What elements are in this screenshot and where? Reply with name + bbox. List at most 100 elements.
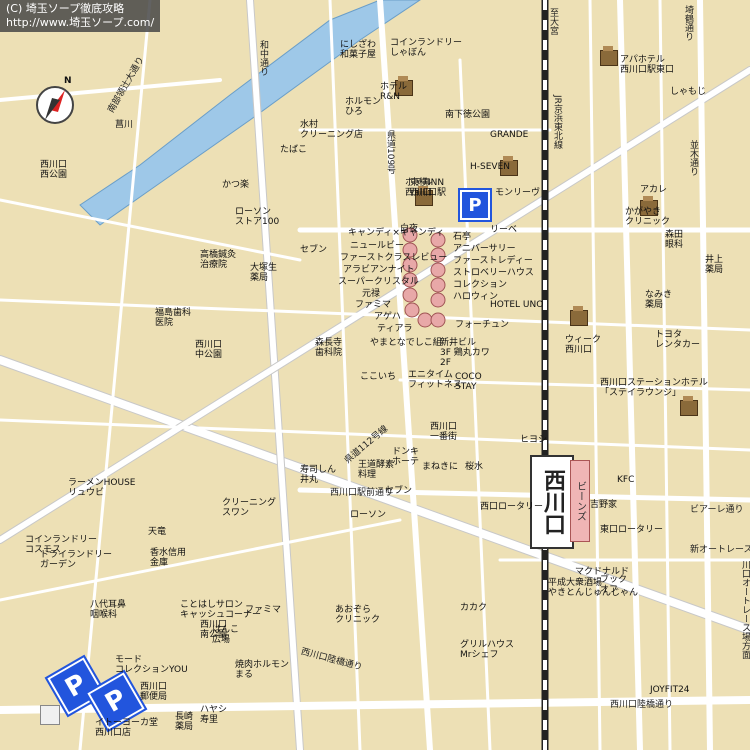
place-label[interactable]: ドライランドリー ガーデン (40, 550, 112, 570)
place-label[interactable]: 香水信用 金庫 (150, 548, 186, 568)
place-label[interactable]: KFC (617, 475, 634, 485)
road-label-auto: 川口オートレース場方面 (740, 560, 750, 659)
place-label[interactable]: 西川口 郵便局 (140, 682, 167, 702)
place-label[interactable]: アカレ (640, 185, 667, 195)
map[interactable]: (C) 埼玉ソープ徹底攻略 http://www.埼玉ソープ.com/ N 西川… (0, 0, 750, 750)
shop-label[interactable]: COCO STAY (455, 372, 482, 392)
parking-icon[interactable]: P (458, 188, 492, 222)
place-label[interactable]: ブック オフ (600, 575, 627, 595)
place-label[interactable]: 水村 クリーニング店 (300, 120, 363, 140)
road-label-hinagaya: 埼鶴通り (683, 5, 693, 41)
place-label[interactable]: ハヤシ 寿里 (200, 705, 227, 725)
shop-label[interactable]: ストロベリーハウス (453, 268, 534, 278)
place-label[interactable]: モンリーヴ (495, 188, 540, 198)
place-label[interactable]: ことはしサロン キャッシュコーナー (180, 600, 261, 620)
place-label[interactable]: はんこ 広場 (212, 625, 239, 645)
shop-label[interactable]: キャンディ×キャンディ (348, 228, 444, 238)
place-label[interactable]: 大塚生 薬局 (250, 263, 277, 283)
place-label[interactable]: 長崎 薬局 (175, 712, 193, 732)
place-label[interactable]: ホテル R&N (380, 82, 407, 102)
place-label[interactable]: GRANDE (490, 130, 528, 140)
place-label[interactable]: ローソン ストア100 (235, 207, 279, 227)
place-label[interactable]: ラーメンHOUSE リュウビ (68, 478, 135, 498)
place-label[interactable]: 寿司しん 井丸 (300, 465, 336, 485)
place-label[interactable]: 吉野家 (590, 500, 617, 510)
place-label[interactable]: 西口ロータリー (480, 502, 543, 512)
place-label[interactable]: しゃもじ (670, 87, 706, 97)
road-label-ekimae: 西川口駅前通り (330, 488, 394, 498)
place-label[interactable]: H-SEVEN (470, 162, 510, 172)
place-label[interactable]: ウィーク 西川口 (565, 335, 601, 355)
road-label-wanocho: 和中通り (258, 40, 268, 76)
place-label[interactable]: セブン (300, 245, 327, 255)
shop-label[interactable]: 元禄 (362, 289, 380, 299)
place-label[interactable]: グリルハウス Mrシェフ (460, 640, 514, 660)
shop-label[interactable]: スーパークリスタル (338, 277, 419, 287)
place-label[interactable]: 東口ロータリー (600, 525, 663, 535)
beans-mall[interactable]: ビーンズ (570, 460, 590, 542)
place-label[interactable]: 西川口ステーションホテル 「ステイラウンジ」 (600, 378, 708, 398)
place-label[interactable]: 東横INN 西川口駅 (410, 178, 446, 198)
road-label-shin: 新オートレース場入口 (690, 545, 750, 555)
place-label[interactable]: イトーヨーカ堂 西川口店 (95, 718, 158, 738)
place-label[interactable]: ホルモン ひろ (345, 97, 381, 117)
place-label[interactable]: 福島歯科 医院 (155, 308, 191, 328)
place-label[interactable]: JOYFIT24 (650, 685, 690, 695)
place-label[interactable]: コインランドリー しゃぼん (390, 38, 462, 58)
place-label[interactable]: クリーニング スワン (222, 498, 276, 518)
shop-label[interactable]: コレクション (453, 280, 507, 290)
place-label[interactable]: かつ楽 (222, 180, 249, 190)
place-label[interactable]: 井上 薬局 (705, 255, 723, 275)
shop-label[interactable]: 西川口 一番街 (430, 422, 457, 442)
shop-label[interactable]: ファーストレディー (453, 256, 533, 266)
shop-label[interactable]: やまとなでしこ組 (370, 338, 442, 348)
place-label[interactable]: セブン (385, 486, 412, 496)
place-label[interactable]: まねきに (422, 462, 458, 472)
shop-label[interactable]: ファーストクラスレビュー (340, 253, 447, 263)
shop-label[interactable]: 石亭 (453, 232, 471, 242)
place-label[interactable]: にしざわ 和菓子屋 (340, 40, 376, 60)
place-label[interactable]: 森長寺 歯科院 (315, 338, 342, 358)
shop-label[interactable]: ここいち (360, 372, 396, 382)
place-label[interactable]: 西川口 中公園 (195, 340, 222, 360)
shop-label[interactable]: ティアラ (377, 324, 412, 334)
place-label[interactable]: カカク (460, 603, 487, 613)
compass-north-label: N (64, 76, 72, 86)
place-label[interactable]: ヒヨシ (520, 435, 547, 445)
place-label[interactable]: 王道酵素 料理 (358, 460, 394, 480)
shop-label[interactable]: リーベ (490, 225, 517, 235)
place-label[interactable]: トヨタ レンタカー (655, 330, 700, 350)
building-icon (680, 396, 698, 416)
beans-label: ビーンズ (574, 481, 586, 521)
place-label[interactable]: 南下徳公園 (445, 110, 490, 120)
place-label[interactable]: 森田 眼科 (665, 230, 683, 250)
place-label[interactable]: かがやき クリニック (625, 207, 670, 227)
shop-label[interactable]: エニタイム フィットネス (408, 370, 462, 390)
place-label[interactable]: 八代耳鼻 咽喉科 (90, 600, 126, 620)
place-label[interactable]: 桜水 (465, 462, 483, 472)
road-label-namiki: 並木通り (688, 140, 698, 176)
shop-label[interactable]: アニバーサリー (453, 244, 516, 254)
place-label[interactable]: なみき 薬局 (645, 290, 672, 310)
place-label[interactable]: モード コレクションYOU (115, 655, 188, 675)
shop-label[interactable]: アラビアンナイト (343, 265, 415, 275)
shop-label[interactable]: フォーチュン (455, 320, 509, 330)
watermark: (C) 埼玉ソープ徹底攻略 http://www.埼玉ソープ.com/ (0, 0, 161, 32)
shop-label[interactable]: ニュールビー (350, 241, 404, 251)
shop-label[interactable]: アゲハ (374, 312, 401, 322)
place-label[interactable]: ファミマ (355, 300, 391, 310)
shop-label[interactable]: ハロウィン (453, 292, 498, 302)
place-label[interactable]: アパホテル 西川口駅東口 (620, 55, 674, 75)
place-label[interactable]: 西川口 西公園 (40, 160, 67, 180)
shop-label[interactable]: 白夜 (400, 224, 418, 234)
place-label[interactable]: 焼肉ホルモン まる (235, 660, 289, 680)
place-label[interactable]: 高橋鍼灸 治療院 (200, 250, 236, 270)
shop-label[interactable]: 新井ビル 3F 鶏丸カワ 2F (440, 338, 490, 368)
place-label[interactable]: ローソン (350, 510, 386, 520)
cube-icon (40, 705, 60, 725)
place-label[interactable]: 天竜 (148, 527, 166, 537)
road-label-north: 至大宮 (548, 8, 558, 35)
place-label[interactable]: たばこ (280, 145, 307, 155)
place-label[interactable]: あおぞら クリニック (335, 605, 380, 625)
place-label[interactable]: ドンキ ホーテ (392, 447, 419, 467)
